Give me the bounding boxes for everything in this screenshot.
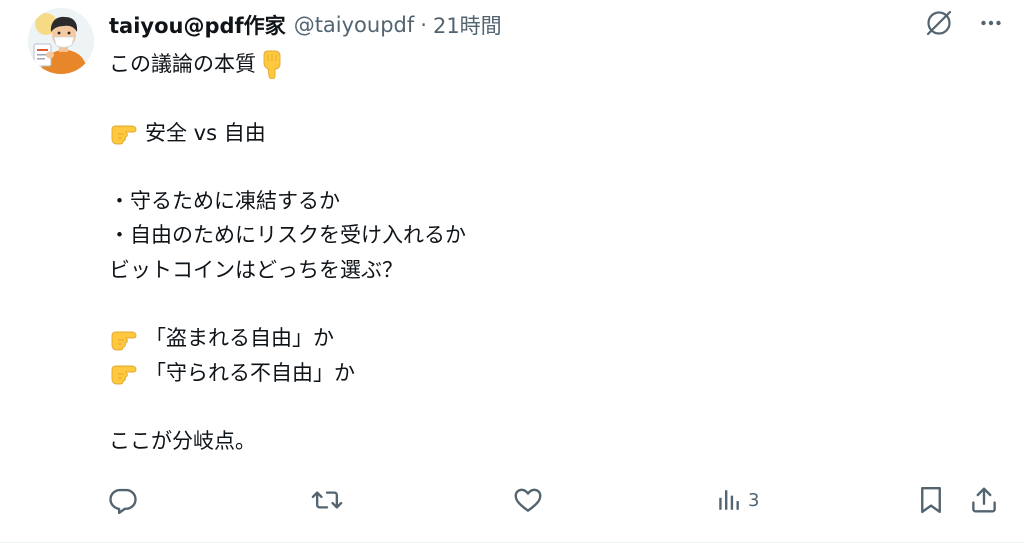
views-bar-chart-icon (719, 490, 739, 510)
tweet-text-content: この議論の本質 (109, 52, 256, 76)
reply-button[interactable] (108, 480, 138, 520)
pointing-down-emoji-icon (258, 50, 286, 80)
pointing-right-emoji-icon (109, 326, 143, 352)
reply-icon (109, 488, 137, 515)
tweet-text-content: ここが分岐点。 (109, 429, 256, 454)
pointing-right-emoji-icon (109, 360, 143, 386)
tweet-top-actions (924, 8, 1002, 38)
tweet-text-line (109, 150, 969, 184)
display-name[interactable]: taiyou@pdf作家 (109, 10, 286, 40)
grok-slash-circle-icon[interactable] (924, 8, 954, 38)
tweet-text-line (109, 81, 969, 115)
pointing-right-emoji-icon (109, 120, 143, 146)
header-separator: · (420, 13, 427, 37)
tweet-text-content: 「盗まれる自由」か (145, 326, 334, 351)
views-button[interactable]: 3 (716, 480, 759, 520)
bookmark-icon (921, 486, 941, 514)
tweet-text-content: ・守るために凍結するか (109, 189, 340, 214)
tweet-text-line (109, 287, 969, 321)
tweet-text-line: ビットコインはどっちを選ぶ？ (109, 253, 969, 287)
tweet-text-line: この議論の本質 (109, 47, 969, 81)
timestamp[interactable]: 21時間 (433, 10, 502, 40)
views-count: 3 (748, 489, 760, 511)
tweet-text-line: ・守るために凍結するか (109, 184, 969, 218)
tweet-text-line: 「守られる不自由」か (109, 356, 969, 390)
tweet-article[interactable]: taiyou@pdf作家 @taiyoupdf · 21時間 この議論の本質安全… (0, 0, 1024, 543)
tweet-action-bar: 3 (0, 480, 1024, 520)
tweet-header: taiyou@pdf作家 @taiyoupdf · 21時間 (109, 8, 502, 42)
tweet-text: この議論の本質安全 vs 自由・守るために凍結するか・自由のためにリスクを受け入… (109, 47, 969, 459)
user-handle[interactable]: @taiyoupdf (294, 13, 415, 37)
tweet-text-line: 「盗まれる自由」か (109, 321, 969, 355)
tweet-text-content: ビットコインはどっちを選ぶ？ (109, 257, 403, 282)
like-heart-icon (514, 488, 542, 512)
share-upload-icon (972, 487, 996, 513)
tweet-text-line: ・自由のためにリスクを受け入れるか (109, 218, 969, 252)
tweet-text-content: ・自由のためにリスクを受け入れるか (109, 223, 466, 248)
bookmark-button[interactable] (917, 480, 945, 520)
tweet-text-line: 安全 vs 自由 (109, 116, 969, 150)
share-button[interactable] (969, 480, 999, 520)
like-button[interactable] (513, 480, 543, 520)
tweet-text-content: 安全 vs 自由 (145, 120, 266, 145)
person-with-document-avatar-icon (28, 8, 94, 74)
avatar[interactable] (28, 8, 94, 74)
more-horizontal-icon[interactable] (980, 12, 1002, 34)
tweet-text-content: 「守られる不自由」か (145, 360, 355, 385)
retweet-icon (311, 491, 343, 509)
tweet-text-line (109, 390, 969, 424)
tweet-text-line: ここが分岐点。 (109, 424, 969, 458)
retweet-button[interactable] (311, 480, 343, 520)
